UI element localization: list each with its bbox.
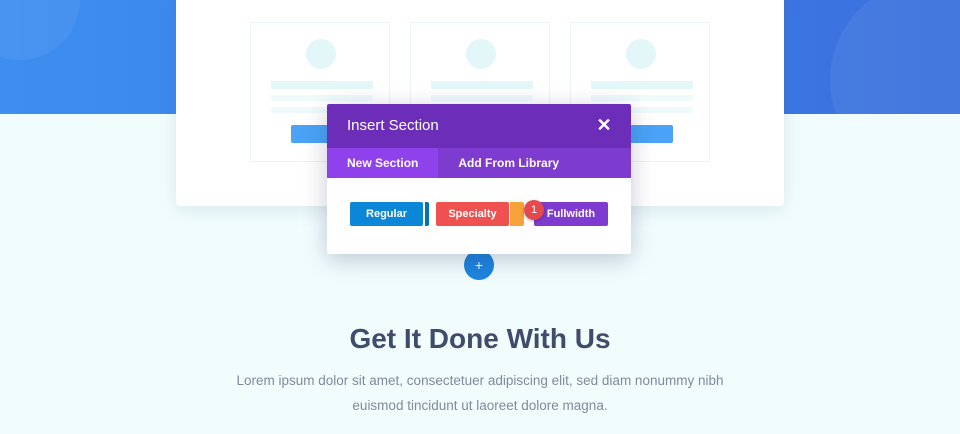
fullwidth-section-button[interactable]: Fullwidth <box>534 202 608 226</box>
body-text-line-1: Lorem ipsum dolor sit amet, consectetuer… <box>236 373 724 388</box>
placeholder-line <box>431 81 533 89</box>
placeholder-line <box>271 81 373 89</box>
tab-add-from-library[interactable]: Add From Library <box>438 148 580 178</box>
step-badge: 1 <box>524 200 544 220</box>
page-body-text: Lorem ipsum dolor sit amet, consectetuer… <box>210 368 750 418</box>
modal-body: Regular Specialty Fullwidth 1 <box>327 178 631 254</box>
body-text-line-2: euismod tincidunt ut laoreet dolore magn… <box>352 398 608 413</box>
hero-decor-circle <box>0 0 80 60</box>
plus-icon: + <box>474 257 484 273</box>
placeholder-avatar <box>626 39 656 69</box>
specialty-accent-bar <box>510 202 524 226</box>
placeholder-avatar <box>466 39 496 69</box>
regular-section-button[interactable]: Regular <box>350 202 423 226</box>
placeholder-line <box>591 95 693 101</box>
add-section-button[interactable]: + <box>464 250 494 280</box>
hero-decor-circle <box>830 0 960 114</box>
tab-new-section[interactable]: New Section <box>327 148 439 178</box>
insert-section-modal: Insert Section ✕ New Section Add From Li… <box>327 104 631 254</box>
page-title: Get It Done With Us <box>349 323 611 354</box>
specialty-section-button[interactable]: Specialty <box>436 202 509 226</box>
modal-tabs: New Section Add From Library <box>327 148 631 178</box>
regular-accent-bar <box>425 202 429 226</box>
modal-title: Insert Section <box>347 117 439 134</box>
placeholder-avatar <box>306 39 336 69</box>
placeholder-line <box>431 95 533 101</box>
close-icon[interactable]: ✕ <box>595 116 613 134</box>
modal-header: Insert Section ✕ <box>327 104 631 148</box>
placeholder-line <box>271 95 373 101</box>
placeholder-line <box>591 81 693 89</box>
